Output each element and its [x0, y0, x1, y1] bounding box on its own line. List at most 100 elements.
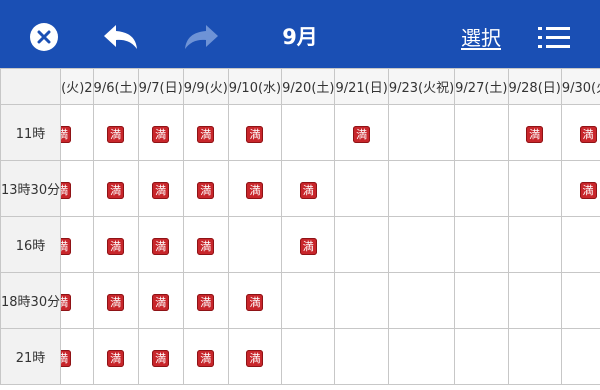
- forward-button[interactable]: [183, 24, 219, 50]
- slot-cell[interactable]: 満: [60, 104, 94, 161]
- clipped-badge-wrapper: 満: [61, 291, 72, 311]
- full-badge: 満: [61, 181, 72, 199]
- slot-cell[interactable]: [387, 160, 456, 217]
- slot-cell[interactable]: 満: [182, 328, 229, 385]
- full-badge: 満: [61, 349, 72, 367]
- slot-cell[interactable]: 満: [281, 216, 336, 273]
- slot-cell[interactable]: [281, 272, 336, 329]
- select-link[interactable]: 選択: [461, 21, 501, 55]
- slot-cell[interactable]: [507, 328, 562, 385]
- full-badge: 満: [152, 181, 170, 199]
- slot-cell[interactable]: 満: [60, 272, 94, 329]
- date-header-0: 2(火): [60, 68, 94, 105]
- slot-cell[interactable]: 満: [182, 216, 229, 273]
- full-badge: 満: [107, 125, 125, 143]
- slot-cell[interactable]: 満: [92, 216, 139, 273]
- slot-cell[interactable]: 満: [182, 160, 229, 217]
- full-badge: 満: [246, 293, 264, 311]
- slot-cell[interactable]: [560, 328, 600, 385]
- back-button[interactable]: [103, 24, 139, 50]
- slot-cell[interactable]: [507, 160, 562, 217]
- slot-cell[interactable]: 満: [137, 328, 184, 385]
- slot-cell[interactable]: 満: [92, 272, 139, 329]
- full-badge: 満: [579, 181, 597, 199]
- slot-cell[interactable]: [334, 216, 389, 273]
- slot-cell[interactable]: [281, 328, 336, 385]
- slot-cell[interactable]: 満: [60, 328, 94, 385]
- full-badge: 満: [197, 293, 215, 311]
- slot-cell[interactable]: 満: [227, 104, 283, 161]
- slot-cell[interactable]: 満: [227, 272, 283, 329]
- clipped-badge-wrapper: 満: [61, 235, 72, 255]
- full-badge: 満: [197, 349, 215, 367]
- slot-cell[interactable]: [454, 160, 509, 217]
- time-slot-row: 13時30分満満満満満満満: [0, 160, 600, 217]
- date-header-9: 9/28(日): [507, 68, 562, 105]
- slot-cell[interactable]: [560, 272, 600, 329]
- slot-cell[interactable]: [454, 104, 509, 161]
- time-label: 16時: [0, 216, 62, 273]
- full-badge: 満: [299, 237, 317, 255]
- slot-cell[interactable]: 満: [182, 104, 229, 161]
- slot-cell[interactable]: 満: [92, 104, 139, 161]
- clipped-badge-wrapper: 満: [61, 347, 72, 367]
- slot-cell[interactable]: 満: [227, 328, 283, 385]
- slot-cell[interactable]: [334, 272, 389, 329]
- slot-cell[interactable]: 満: [137, 216, 184, 273]
- slot-cell[interactable]: 満: [227, 160, 283, 217]
- slot-cell[interactable]: 満: [60, 216, 94, 273]
- slot-cell[interactable]: [454, 272, 509, 329]
- forward-arrow-icon: [185, 25, 218, 49]
- full-badge: 満: [197, 125, 215, 143]
- slot-cell[interactable]: 満: [281, 160, 336, 217]
- time-slot-row: 16時満満満満満: [0, 216, 600, 273]
- slot-cell[interactable]: 満: [137, 160, 184, 217]
- slot-cell[interactable]: [387, 328, 456, 385]
- date-header-4: 9/10(水): [227, 68, 283, 105]
- full-badge: 満: [197, 181, 215, 199]
- corner-cell: [0, 68, 62, 105]
- slot-cell[interactable]: 満: [137, 272, 184, 329]
- slot-cell[interactable]: 満: [560, 104, 600, 161]
- clipped-badge-wrapper: 満: [61, 179, 72, 199]
- slot-cell[interactable]: [387, 104, 456, 161]
- slot-cell[interactable]: [281, 104, 336, 161]
- full-badge: 満: [61, 293, 72, 311]
- slot-cell[interactable]: 満: [137, 104, 184, 161]
- slot-cell[interactable]: [507, 272, 562, 329]
- date-header-10: 9/30(火): [560, 68, 600, 105]
- time-label: 18時30分: [0, 272, 62, 329]
- full-badge: 満: [61, 125, 72, 143]
- slot-cell[interactable]: [454, 328, 509, 385]
- close-icon: [37, 30, 51, 44]
- full-badge: 満: [107, 293, 125, 311]
- date-header-3: 9/9(火): [182, 68, 229, 105]
- slot-cell[interactable]: [507, 216, 562, 273]
- slot-cell[interactable]: 満: [92, 328, 139, 385]
- date-header-2: 9/7(日): [137, 68, 184, 105]
- slot-cell[interactable]: [560, 216, 600, 273]
- full-badge: 満: [246, 349, 264, 367]
- slot-cell[interactable]: [387, 216, 456, 273]
- date-header-5: 9/20(土): [281, 68, 336, 105]
- slot-cell[interactable]: [334, 160, 389, 217]
- time-slot-row: 21時満満満満満: [0, 328, 600, 385]
- slot-cell[interactable]: 満: [334, 104, 389, 161]
- menu-button[interactable]: [537, 25, 571, 51]
- full-badge: 満: [246, 181, 264, 199]
- top-navigation-bar: 9月 選択: [0, 0, 600, 68]
- date-header-7: 9/23(火祝): [387, 68, 456, 105]
- slot-cell[interactable]: 満: [507, 104, 562, 161]
- close-button[interactable]: [30, 23, 58, 51]
- slot-cell[interactable]: 満: [92, 160, 139, 217]
- full-badge: 満: [107, 237, 125, 255]
- slot-cell[interactable]: 満: [182, 272, 229, 329]
- slot-cell[interactable]: [454, 216, 509, 273]
- slot-cell[interactable]: 満: [560, 160, 600, 217]
- full-badge: 満: [107, 349, 125, 367]
- date-header-row: 2(火) 9/6(土) 9/7(日) 9/9(火) 9/10(水) 9/20(土) 9/21…: [0, 68, 600, 105]
- slot-cell[interactable]: [387, 272, 456, 329]
- slot-cell[interactable]: 満: [60, 160, 94, 217]
- slot-cell[interactable]: [334, 328, 389, 385]
- slot-cell[interactable]: [227, 216, 283, 273]
